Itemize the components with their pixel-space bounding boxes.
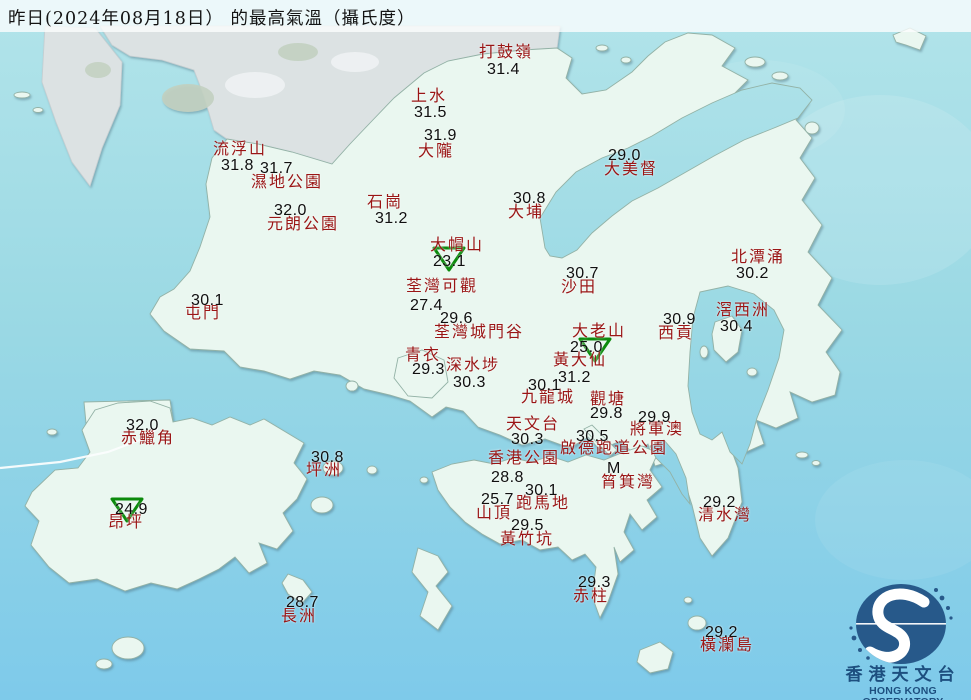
station-name: 天文台	[506, 416, 560, 432]
station-max-temperature: 30.2	[736, 266, 769, 282]
station-max-temperature: 27.4	[410, 298, 443, 314]
logo-english-name: HONG KONG OBSERVATORY	[832, 686, 971, 700]
station-max-temperature: 32.0	[274, 203, 307, 219]
station-name: 深水埗	[446, 357, 500, 373]
stations-layer: 打鼓嶺31.4上水31.5大隴31.9流浮山31.8濕地公園31.7元朗公園32…	[0, 0, 971, 700]
station-max-temperature: 25.7	[481, 492, 514, 508]
station-max-temperature: 30.1	[525, 483, 558, 499]
logo-chinese-name: 香港天文台	[838, 666, 968, 683]
station-name: 流浮山	[213, 141, 267, 157]
station-max-temperature: 30.8	[513, 191, 546, 207]
station-name: 大老山	[572, 323, 626, 339]
station-max-temperature: 30.4	[720, 319, 753, 335]
station-max-temperature: 29.0	[608, 148, 641, 164]
station-max-temperature: 24.9	[115, 502, 148, 518]
station-max-temperature: 29.9	[638, 410, 671, 426]
station-max-temperature: 29.2	[703, 495, 736, 511]
station-name: 大帽山	[430, 237, 484, 253]
station-name: 滘西洲	[716, 302, 770, 318]
hko-logo-emblem	[838, 560, 968, 665]
station-name: 荃灣可觀	[406, 278, 478, 294]
station-max-temperature: 29.3	[412, 362, 445, 378]
station-name: 上水	[411, 88, 447, 104]
station-name: 石崗	[367, 194, 403, 210]
station-max-temperature: 29.8	[590, 406, 623, 422]
station-max-temperature: 30.3	[453, 375, 486, 391]
station-name: 打鼓嶺	[479, 44, 533, 60]
station-max-temperature: 31.4	[487, 62, 520, 78]
station-max-temperature: 31.8	[221, 158, 254, 174]
weather-map-page: 昨日(2024年08月18日） 的最高氣溫（攝氏度） 打鼓嶺31.4上水31.5…	[0, 0, 971, 700]
station-max-temperature: 29.5	[511, 518, 544, 534]
station-max-temperature: 30.1	[528, 378, 561, 394]
station-max-temperature: 31.5	[414, 105, 447, 121]
station-max-temperature: 32.0	[126, 418, 159, 434]
station-max-temperature: 28.8	[491, 470, 524, 486]
station-max-temperature: 30.9	[663, 312, 696, 328]
station-name: 大隴	[418, 143, 454, 159]
station-max-temperature: 30.1	[191, 293, 224, 309]
station-name: 北潭涌	[731, 249, 785, 265]
station-max-temperature: 29.3	[578, 575, 611, 591]
station-max-temperature: 31.2	[375, 211, 408, 227]
station-max-temperature: 29.6	[440, 311, 473, 327]
station-max-temperature: 30.5	[576, 429, 609, 445]
station-max-temperature: 23.1	[433, 254, 466, 270]
station-max-temperature: M	[607, 461, 621, 477]
station-max-temperature: 31.7	[260, 161, 293, 177]
hko-logo: 香港天文台 HONG KONG OBSERVATORY	[838, 560, 968, 698]
station-max-temperature: 30.8	[311, 450, 344, 466]
station-max-temperature: 29.2	[705, 625, 738, 641]
station-max-temperature: 30.7	[566, 266, 599, 282]
station-max-temperature: 31.9	[424, 128, 457, 144]
station-max-temperature: 30.3	[511, 432, 544, 448]
station-name: 香港公園	[488, 450, 560, 466]
station-name: 黃大仙	[553, 352, 607, 368]
station-max-temperature: 31.2	[558, 370, 591, 386]
station-max-temperature: 28.7	[286, 595, 319, 611]
